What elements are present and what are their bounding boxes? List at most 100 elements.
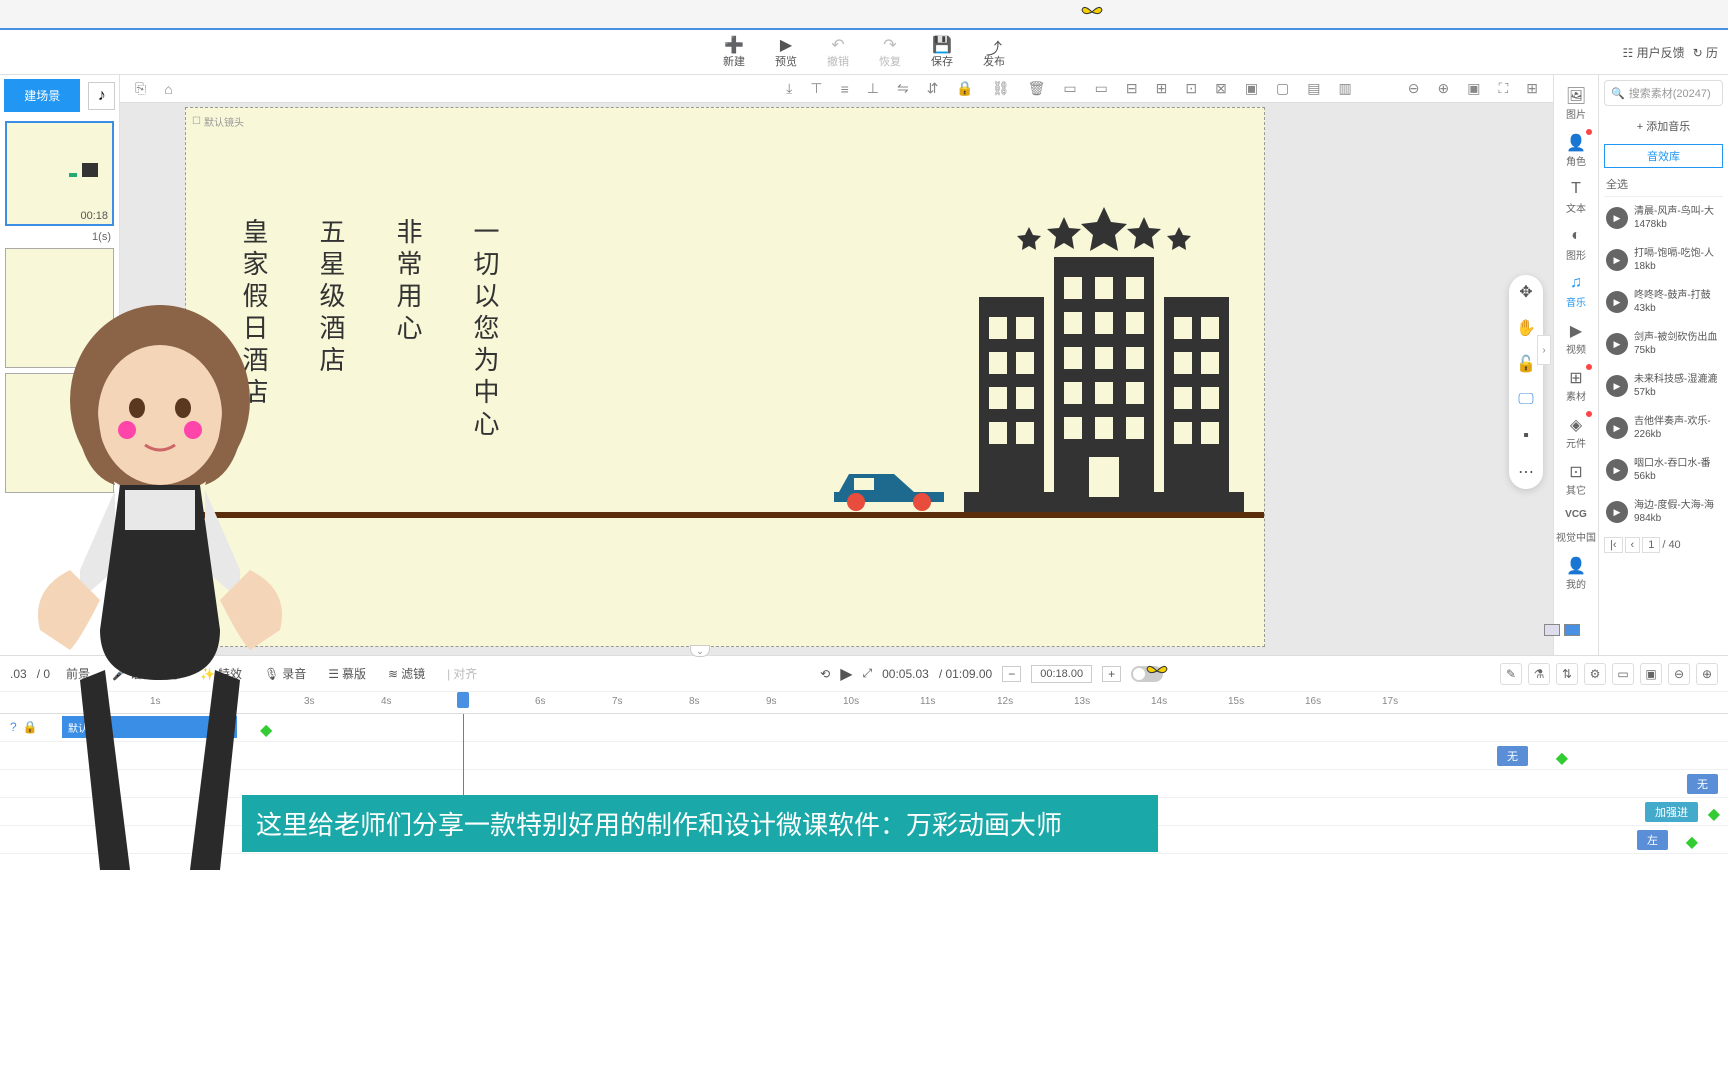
tl-play-icon[interactable]: ▶ [840,664,852,684]
backward-icon[interactable]: ▥ [1334,78,1357,99]
trash-icon[interactable]: 🗑 [1023,78,1051,99]
align-top-icon[interactable]: ⊤ [805,78,827,99]
tab-music[interactable]: ♫音乐 [1554,268,1598,315]
select-all-label[interactable]: 全选 [1604,172,1723,197]
ungroup-icon[interactable]: ⊠ [1210,78,1232,99]
distribute-v-icon[interactable]: ⊞ [1151,78,1173,99]
tab-mine[interactable]: 👤我的 [1554,550,1598,597]
sound-item[interactable]: ▶打嗝-饱嗝-吃饱-人18kb [1604,239,1723,281]
layer1-icon[interactable]: ▭ [1058,78,1081,99]
home-icon[interactable]: ⌂ [159,79,177,99]
tl-remove-icon[interactable]: ⊖ [1668,663,1690,685]
sound-item[interactable]: ▶剑声-被剑砍伤出血75kb [1604,323,1723,365]
text-five-star[interactable]: 五星级酒店 [313,218,350,442]
tl-settings-icon[interactable]: ⚙ [1584,663,1606,685]
save-button[interactable]: 💾保存 [931,35,953,69]
scene-thumbnail-1[interactable]: 00:18 [5,121,114,226]
history-link[interactable]: ↻ 历 [1693,44,1718,61]
undo-button[interactable]: ↶撤销 [827,35,849,69]
publish-button[interactable]: ⤴发布 [983,35,1005,69]
move-tool-icon[interactable]: ✥ [1514,280,1538,304]
keyframe-4[interactable]: ◆ [1686,832,1698,852]
tl-view2-icon[interactable]: ▣ [1640,663,1662,685]
info-tool-icon[interactable]: ▪ [1514,424,1538,448]
download-icon[interactable]: ⤓ [781,78,797,99]
tab-shape[interactable]: ◐图形 [1554,221,1598,268]
car[interactable] [824,462,954,512]
add-music-button[interactable]: + 添加音乐 [1604,112,1723,140]
tl-template[interactable]: ☰ 慕版 [322,662,372,685]
link-icon[interactable]: ⛓ [987,78,1015,99]
page-prev[interactable]: ‹ [1625,537,1641,553]
back-icon[interactable]: ▢ [1271,78,1294,99]
tl-add-icon[interactable]: ⊕ [1696,663,1718,685]
feedback-link[interactable]: ☷ 用户反馈 [1622,44,1684,61]
forward-icon[interactable]: ▤ [1302,78,1325,99]
play-icon[interactable]: ▶ [1606,249,1628,271]
tab-widget[interactable]: ◈元件 [1554,409,1598,456]
more-tool-icon[interactable]: ⋯ [1514,460,1538,484]
play-icon[interactable]: ▶ [1606,417,1628,439]
tab-role[interactable]: 👤角色 [1554,127,1598,174]
tl-align[interactable]: | 对齐 [441,662,483,685]
tab-image[interactable]: 🖼图片 [1554,80,1598,127]
tl-edit-icon[interactable]: ✎ [1500,663,1522,685]
grid-icon[interactable]: ⊞ [1521,78,1543,99]
layer2-icon[interactable]: ▭ [1090,78,1113,99]
tag-none-2[interactable]: 无 [1687,774,1718,794]
expand-canvas-icon[interactable]: ⌄ [690,645,710,657]
fit-icon[interactable]: ⛶ [1493,78,1513,99]
tl-zoom-out[interactable]: − [1002,666,1021,682]
pointer-icon[interactable]: ▣ [1462,78,1485,99]
group-icon[interactable]: ⊡ [1180,78,1202,99]
sound-item[interactable]: ▶未来科技感-湿漉漉57kb [1604,365,1723,407]
road-line[interactable] [186,512,1264,518]
play-icon[interactable]: ▶ [1606,207,1628,229]
zoom-out-icon[interactable]: ⊖ [1403,78,1425,99]
copy-icon[interactable]: ⎘ [130,78,151,99]
tl-expand-icon[interactable]: ⤢ [863,666,873,681]
collapse-right-icon[interactable]: › [1537,335,1551,365]
sound-item[interactable]: ▶海边-度假-大海-海984kb [1604,491,1723,533]
tl-prev-icon[interactable]: ⟲ [820,667,830,681]
scene-music-button[interactable]: ♪ [88,82,115,110]
sound-item[interactable]: ▶咚咚咚-鼓声-打鼓43kb [1604,281,1723,323]
new-scene-button[interactable]: 建场景 [4,79,80,112]
play-icon[interactable]: ▶ [1606,291,1628,313]
tl-filter[interactable]: ≋ 滤镜 [382,662,431,685]
hand-tool-icon[interactable]: ✋ [1514,316,1538,340]
tag-none[interactable]: 无 [1497,746,1528,766]
sound-item[interactable]: ▶咽口水-吞口水-番56kb [1604,449,1723,491]
flip-h-icon[interactable]: ⇋ [892,78,914,99]
tab-video[interactable]: ▶视频 [1554,315,1598,362]
preview-button[interactable]: ▶预览 [775,35,797,69]
tl-duration-input[interactable]: 00:18.00 [1031,665,1092,683]
text-center[interactable]: 一切以您为中心 [467,218,504,442]
align-bottom-icon[interactable]: ⊥ [862,78,884,99]
tl-sort-icon[interactable]: ⇅ [1556,663,1578,685]
redo-button[interactable]: ↷恢复 [879,35,901,69]
align-middle-icon[interactable]: ≡ [836,79,854,99]
flip-v-icon[interactable]: ⇵ [922,78,944,99]
tab-material[interactable]: ⊞素材 [1554,362,1598,409]
keyframe-2[interactable]: ◆ [1556,748,1568,768]
text-care[interactable]: 非常用心 [390,218,427,442]
front-icon[interactable]: ▣ [1240,78,1263,99]
tl-filter-icon[interactable]: ⚗ [1528,663,1550,685]
unlock-tool-icon[interactable]: 🔓 [1514,352,1538,376]
asset-search-input[interactable]: 🔍 搜索素材(20247) [1604,80,1723,106]
page-current[interactable]: 1 [1642,537,1660,553]
canvas[interactable]: ☐ 默认镜头 皇家假日酒店 五星级酒店 非常用心 一切以您为中心 [185,107,1265,647]
sound-item[interactable]: ▶清晨-风声-鸟叫-大1478kb [1604,197,1723,239]
play-icon[interactable]: ▶ [1606,501,1628,523]
keyframe-3[interactable]: ◆ [1708,804,1720,824]
lock-icon[interactable]: 🔒 [951,78,978,99]
play-icon[interactable]: ▶ [1606,459,1628,481]
tag-left[interactable]: 左 [1637,830,1668,850]
distribute-h-icon[interactable]: ⊟ [1121,78,1143,99]
new-button[interactable]: ➕新建 [723,35,745,69]
tab-other[interactable]: ⊡其它 [1554,456,1598,503]
view-mode-2[interactable] [1564,624,1580,636]
sound-library-tab[interactable]: 音效库 [1604,144,1723,168]
tab-text[interactable]: T文本 [1554,174,1598,221]
